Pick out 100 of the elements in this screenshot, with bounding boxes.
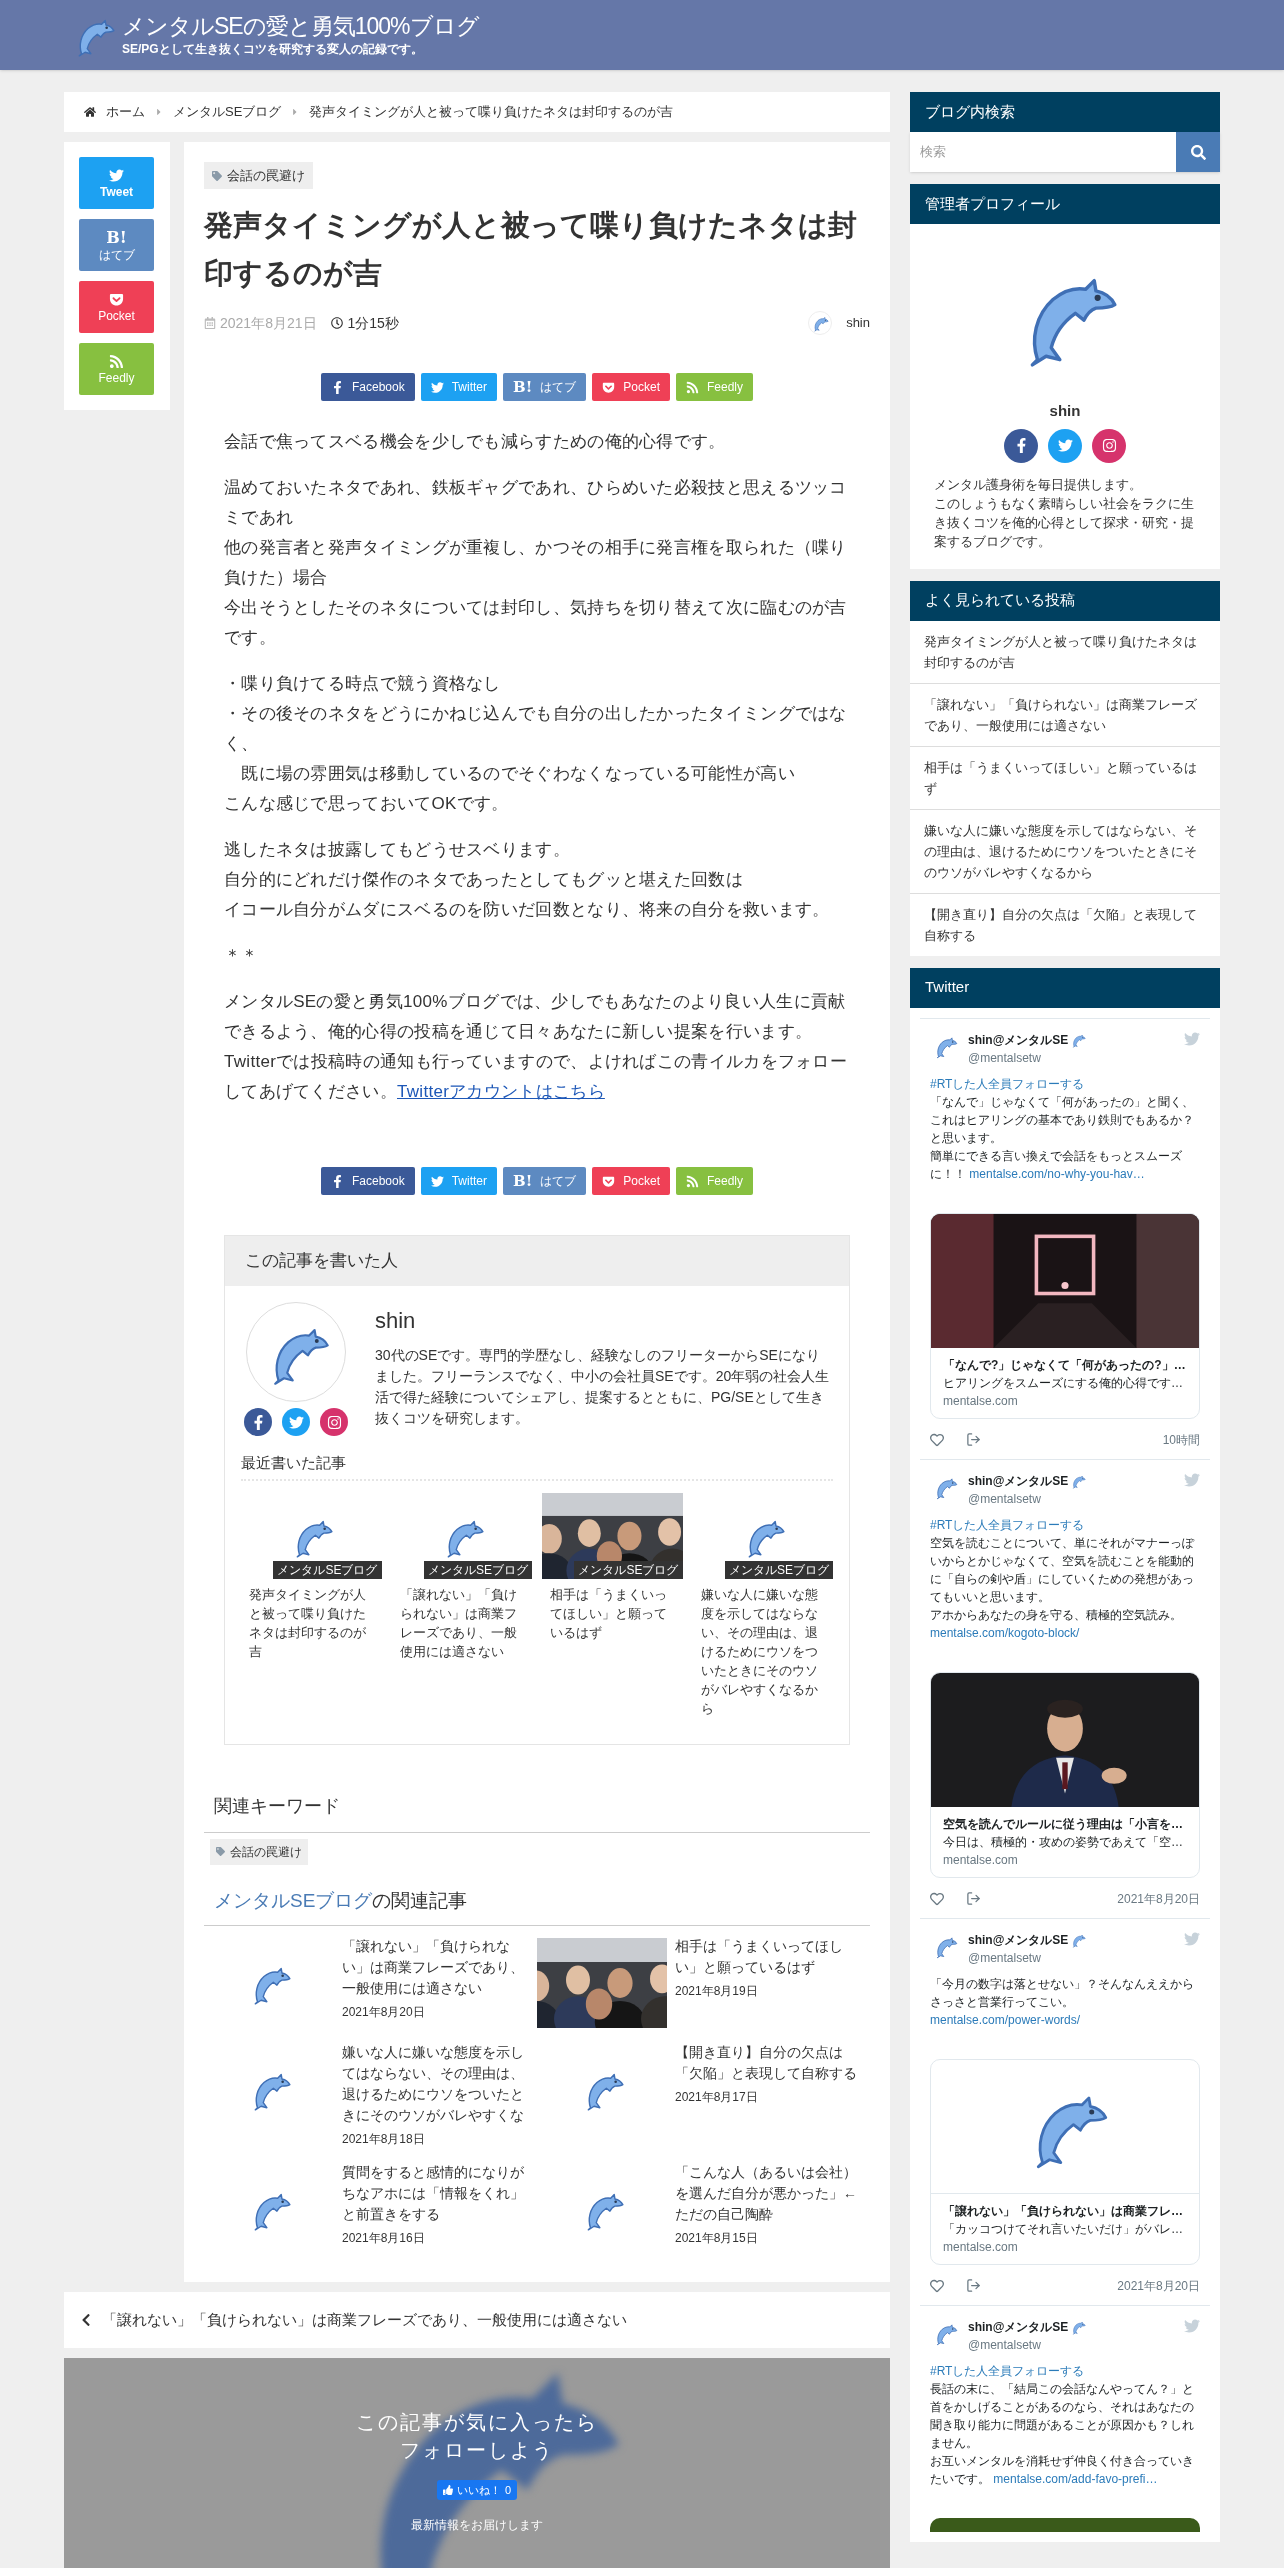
related-article[interactable]: 【開き直り】自分の欠点は「欠陥」と表現して自称する 2021年8月17日 bbox=[537, 2042, 870, 2148]
widget-header: Twitter bbox=[910, 967, 1220, 1008]
bird-icon bbox=[109, 168, 124, 183]
site-title[interactable]: メンタルSEの愛と勇気100%ブログ bbox=[122, 12, 479, 40]
share-button[interactable]: Pocket bbox=[592, 1167, 670, 1195]
link-card[interactable]: 「なんで?」じゃなくて「何があったの?」… ヒアリングをスムーズにする俺的心得です… mentalse.com bbox=[930, 1212, 1200, 1419]
share-icon[interactable] bbox=[966, 1891, 981, 1906]
chevron-shield-icon bbox=[109, 292, 124, 307]
social-link[interactable] bbox=[1048, 428, 1082, 463]
popular-post-link[interactable]: 相手は「うまくいってほしい」と願っているはず bbox=[910, 745, 1220, 809]
account-name: shin@メンタルSE bbox=[968, 2318, 1069, 2336]
camera-icon bbox=[1101, 438, 1117, 453]
hashtag-link[interactable]: #RTした人全員フォローする bbox=[930, 1076, 1085, 1091]
social-link[interactable] bbox=[244, 1408, 272, 1436]
social-link[interactable] bbox=[1004, 428, 1038, 463]
card-title: 空気を読んでルールに従う理由は「小言を… bbox=[943, 1815, 1184, 1833]
social-link[interactable] bbox=[1092, 428, 1126, 463]
paragraph: 会話で焦ってスベる機会を少しでも減らすための俺的心得です。 bbox=[224, 431, 727, 453]
heart-icon[interactable] bbox=[930, 1432, 944, 1447]
home-icon bbox=[84, 106, 96, 118]
recent-article[interactable]: メンタルSEブログ 「譲れない」「負けられない」は商業フレーズであり、一般使用には適さない bbox=[391, 1492, 532, 1718]
tweet-time[interactable]: 2021年8月20日 bbox=[1117, 2276, 1200, 2295]
breadcrumb-current: 発声タイミングが人と被って喋り負けたネタは封印するのが吉 bbox=[309, 103, 674, 122]
share-button[interactable]: Pocket bbox=[592, 373, 670, 401]
tweet-link[interactable]: mentalse.com/power-words/ bbox=[930, 2012, 1081, 2027]
widget-header: ブログ内検索 bbox=[910, 92, 1220, 132]
social-link[interactable] bbox=[320, 1408, 348, 1436]
related-article[interactable]: 嫌いな人に嫌いな態度を示してはならない、その理由は、退けるためにウソをついたときにそのウソがバレやすくな 2021年8月18日 bbox=[204, 2042, 537, 2148]
account-handle: @mentalsetw bbox=[968, 2336, 1042, 2354]
category-label: メンタルSEブログ bbox=[424, 1560, 532, 1579]
rss-icon bbox=[109, 354, 124, 369]
share-button[interactable]: Facebook bbox=[321, 1167, 415, 1195]
social-link[interactable] bbox=[282, 1408, 310, 1436]
tweet-link[interactable]: mentalse.com/add-favo-prefi… bbox=[993, 2471, 1158, 2486]
chevron-left-icon bbox=[80, 2313, 92, 2327]
breadcrumb-link[interactable]: メンタルSEブログ bbox=[173, 102, 282, 122]
share-icon[interactable] bbox=[966, 1432, 981, 1447]
hashtag-link[interactable]: #RTした人全員フォローする bbox=[930, 1517, 1085, 1532]
paragraph: メンタルSEの愛と勇気100%ブログでは、少しでもあなたのより良い人生に貢献できるよう、俺的心得の投稿を通じて日々あなたに新しい提案を行います。 Twitterでは投稿時の通知も行っていますので、よければこの青イルカをフォローしてあげてください。Twitterアカウントはこちら bbox=[224, 991, 849, 1103]
previous-post-link[interactable]: 「譲れない」「負けられない」は商業フレーズであり、一般使用には適さない bbox=[64, 2292, 890, 2348]
bird-icon bbox=[1184, 2317, 1200, 2334]
widget-header: 管理者プロフィール bbox=[910, 184, 1220, 224]
breadcrumb-link[interactable]: ホーム bbox=[106, 102, 145, 122]
share-button[interactable]: B! はてブ bbox=[79, 219, 154, 271]
related-article[interactable]: 「こんな人（あるいは会社）を選んだ自分が悪かった」←ただの自己陶酔 2021年8月15日 bbox=[537, 2162, 870, 2254]
bird-icon bbox=[288, 1414, 304, 1430]
related-article[interactable]: 相手は「うまくいってほしい」と願っているはず 2021年8月19日 bbox=[537, 1936, 870, 2028]
tweet-time[interactable]: 2021年8月20日 bbox=[1117, 1889, 1200, 1908]
category-tag[interactable]: 会話の罠避け bbox=[210, 1838, 308, 1865]
share-button[interactable]: Pocket bbox=[79, 281, 154, 333]
popular-post-link[interactable]: 「譲れない」「負けられない」は商業フレーズであり、一般使用には適さない bbox=[910, 682, 1220, 746]
bird-icon bbox=[1057, 438, 1073, 453]
rss-icon bbox=[686, 380, 699, 394]
account-name: shin@メンタルSE bbox=[968, 1931, 1069, 1949]
heart-icon[interactable] bbox=[930, 1891, 944, 1906]
like-button[interactable]: いいね！ 0 bbox=[436, 2480, 518, 2500]
card-domain: mentalse.com bbox=[943, 1851, 1019, 1869]
link-card[interactable]: 「譲れない」「負けられない」は商業フレ… 「カッコつけてそれ言いたいだけ」がバレ… mentalse.com bbox=[930, 2058, 1200, 2265]
category-tag[interactable]: 会話の罠避け bbox=[204, 162, 313, 189]
card-description: 今日は、積極的・攻めの姿勢であえて「空… bbox=[943, 1833, 1184, 1851]
popular-post-link[interactable]: 発声タイミングが人と被って喋り負けたネタは封印するのが吉 bbox=[910, 620, 1220, 683]
share-button[interactable]: Facebook bbox=[321, 373, 415, 401]
letter-f-icon bbox=[331, 380, 344, 394]
hashtag-link[interactable]: #RTした人全員フォローする bbox=[930, 2363, 1085, 2378]
heart-icon[interactable] bbox=[930, 2278, 944, 2293]
category-label: メンタルSEブログ bbox=[273, 1560, 382, 1579]
tweet-link[interactable]: mentalse.com/no-why-you-hav… bbox=[969, 1166, 1145, 1181]
recent-article[interactable]: メンタルSEブログ 相手は「うまくいってほしい」と願っているはず bbox=[542, 1492, 683, 1718]
author-bio: 30代のSEです。専門的学歴なし、経験なしのフリーターからSEになりました。フリーランスでなく、中小の会社員SEです。20年弱の社会人生活で得た経験についてシェアし、提案するとともに、PG/SEとして生き抜くコツを研究します。 bbox=[375, 1346, 831, 1428]
link-card[interactable]: 空気を読んでルールに従う理由は「小言を… 今日は、積極的・攻めの姿勢であえて「空… mentalse.com bbox=[930, 1671, 1200, 1878]
tweet-link[interactable]: mentalse.com/kogoto-block/ bbox=[930, 1625, 1080, 1640]
account-handle: @mentalsetw bbox=[968, 1949, 1042, 1967]
tweet-time[interactable]: 10時間 bbox=[1162, 1430, 1200, 1449]
related-heading: の関連記事 bbox=[372, 1888, 468, 1913]
share-button[interactable]: B! はてブ bbox=[503, 1167, 587, 1195]
bird-icon bbox=[1184, 1030, 1200, 1047]
paragraph: ＊＊ bbox=[224, 945, 260, 967]
recent-article[interactable]: メンタルSEブログ 発声タイミングが人と被って喋り負けたネタは封印するのが吉 bbox=[241, 1492, 382, 1718]
related-article[interactable]: 質問をすると感情的になりがちなアホには「情報をくれ」と前置きをする 2021年8月16日 bbox=[204, 2162, 537, 2254]
account-handle: @mentalsetw bbox=[968, 1490, 1042, 1508]
recent-article[interactable]: メンタルSEブログ 嫌いな人に嫌いな態度を示してはならない、その理由は、退けるためにウソをついたときにそのウソがバレやすくなるから bbox=[692, 1492, 833, 1718]
search-button[interactable] bbox=[1176, 132, 1220, 172]
bird-icon bbox=[430, 1174, 444, 1188]
caret-icon bbox=[155, 107, 163, 117]
popular-post-link[interactable]: 嫌いな人に嫌いな態度を示してはならない、その理由は、退けるためにウソをついたときにそのウソがバレやすくなるから bbox=[910, 808, 1220, 893]
category-link[interactable]: メンタルSEブログ bbox=[214, 1886, 373, 1915]
bird-icon bbox=[430, 380, 444, 394]
share-button[interactable]: B! はてブ bbox=[503, 373, 587, 401]
popular-post-link[interactable]: 【開き直り】自分の欠点は「欠陥」と表現して自称する bbox=[910, 892, 1220, 956]
profile-description: メンタル護身術を毎日提供します。 このしょうもなく素晴らしい社会をラクに生き抜くコツを俺的心得として探求・研究・提案するブログです。 bbox=[933, 475, 1195, 551]
author-name[interactable]: shin bbox=[375, 1304, 833, 1337]
twitter-account-link[interactable]: Twitterアカウントはこちら bbox=[397, 1082, 605, 1101]
search-field[interactable]: 検索 bbox=[910, 132, 1176, 172]
account-handle: @mentalsetw bbox=[968, 1049, 1042, 1067]
author-name[interactable]: shin bbox=[846, 313, 870, 333]
card-domain: mentalse.com bbox=[943, 1392, 1019, 1410]
article-date: 2021年8月20日 bbox=[342, 2004, 426, 2021]
follow-message: この記事が気に入ったら フォローしよう bbox=[356, 2410, 598, 2463]
share-icon[interactable] bbox=[966, 2278, 981, 2293]
related-article[interactable]: 「譲れない」「負けられない」は商業フレーズであり、一般使用には適さない 2021年8月20日 bbox=[204, 1936, 537, 2028]
